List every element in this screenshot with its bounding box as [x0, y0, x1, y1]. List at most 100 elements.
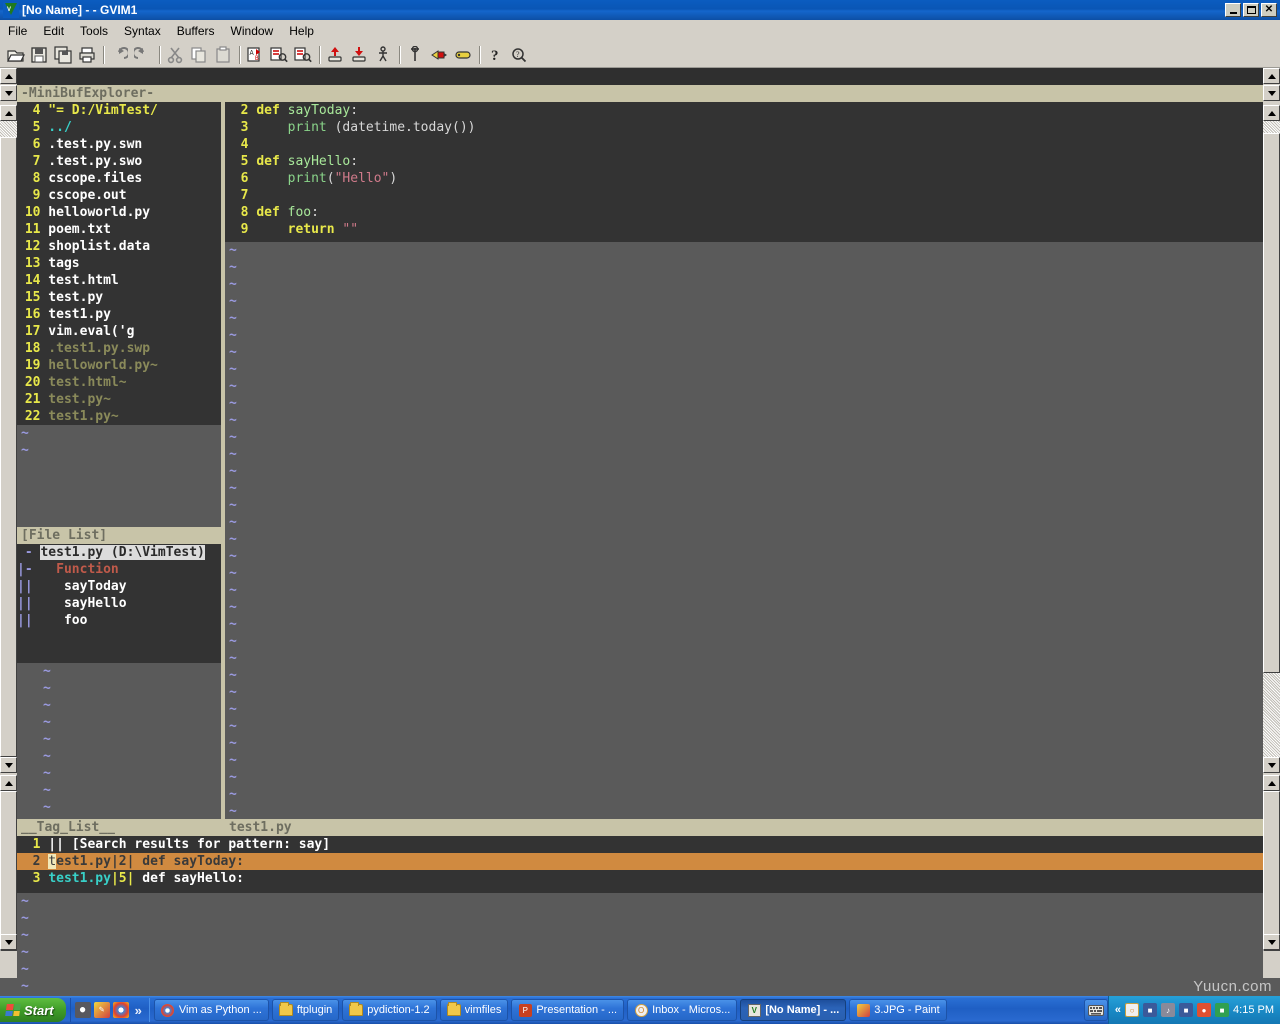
scroll-down-button-quickfix[interactable]: [0, 934, 17, 950]
undo-icon[interactable]: [107, 43, 131, 66]
svg-text:?: ?: [491, 48, 499, 64]
taskbar-clock[interactable]: 4:15 PM: [1233, 1004, 1274, 1016]
find-next-icon[interactable]: [267, 43, 291, 66]
taskbar-task-label: ftplugin: [297, 1004, 332, 1016]
menu-item-buffers[interactable]: Buffers: [169, 22, 223, 40]
shell-icon[interactable]: [427, 43, 451, 66]
vim-icon: V: [747, 1003, 761, 1017]
taglist-pane[interactable]: - test1.py (D:\VimTest) |- Function || s…: [17, 544, 221, 663]
network2-tray-icon[interactable]: ■: [1179, 1003, 1193, 1017]
open-icon[interactable]: [3, 43, 27, 66]
taskbar-task-5[interactable]: PPresentation - ...: [511, 999, 624, 1021]
copy-icon[interactable]: [187, 43, 211, 66]
right-scroll-up-quickfix[interactable]: [1263, 775, 1280, 791]
system-tray: « ○ ■ ♪ ■ ● ■ 4:15 PM: [1108, 996, 1280, 1024]
minibuf-tabline[interactable]: [1:test1.py]*[6:test.py]: [17, 68, 1263, 85]
menu-item-tools[interactable]: Tools: [72, 22, 116, 40]
redo-icon[interactable]: [131, 43, 155, 66]
save-session-icon[interactable]: [347, 43, 371, 66]
network-tray-icon[interactable]: ■: [1143, 1003, 1157, 1017]
editor-statusline: test1.py: [225, 819, 1263, 836]
battery-tray-icon[interactable]: ■: [1215, 1003, 1229, 1017]
scroll-down-button-taglist[interactable]: [0, 757, 17, 773]
left-scrollbar-column: [0, 68, 17, 978]
menu-item-help[interactable]: Help: [281, 22, 322, 40]
taskbar-task-label: Vim as Python ...: [179, 1004, 262, 1016]
minimize-button[interactable]: [1225, 3, 1241, 17]
right-scroll-down-quickfix[interactable]: [1263, 934, 1280, 950]
quickfix-pane[interactable]: 1 || [Search results for pattern: say] 2…: [17, 836, 1263, 893]
quick-launch-chevron-icon[interactable]: »: [132, 1003, 145, 1018]
toolbar: AB ? ?: [0, 42, 1280, 68]
taskbar-task-3[interactable]: pydiction-1.2: [342, 999, 436, 1021]
load-session-icon[interactable]: [323, 43, 347, 66]
scroll-up-button-tabline[interactable]: [0, 68, 17, 84]
quickfix-scrollbar-thumb[interactable]: [0, 791, 17, 951]
keyboard-icon[interactable]: [1084, 999, 1108, 1021]
tray-expand-chevron-icon[interactable]: «: [1115, 1004, 1121, 1016]
taskbar-task-8[interactable]: 3.JPG - Paint: [849, 999, 946, 1021]
editor-scrollbar-track-lower[interactable]: [1263, 673, 1280, 757]
tag-icon[interactable]: [451, 43, 475, 66]
right-scroll-up-tabline[interactable]: [1263, 68, 1280, 84]
run-script-icon[interactable]: [371, 43, 395, 66]
right-scroll-down-editor[interactable]: [1263, 757, 1280, 773]
editor-code-lines[interactable]: 2 def sayToday: 3 print (datetime.today(…: [225, 102, 1263, 238]
explorer-scrollbar-track[interactable]: [0, 121, 17, 137]
window-title: [No Name] - - GVIM1: [22, 3, 1225, 17]
right-scroll-up-editor[interactable]: [1263, 105, 1280, 121]
menu-item-window[interactable]: Window: [223, 22, 282, 40]
start-button-label: Start: [24, 1003, 54, 1018]
taskbar-task-1[interactable]: Vim as Python ...: [154, 999, 269, 1021]
menu-item-edit[interactable]: Edit: [35, 22, 72, 40]
right-quickfix-scrollbar-thumb[interactable]: [1263, 791, 1280, 951]
editor-scrollbar-thumb[interactable]: [1263, 133, 1280, 673]
find-replace-icon[interactable]: AB: [243, 43, 267, 66]
editor-tildes: ~ ~ ~ ~ ~ ~ ~ ~ ~ ~ ~ ~ ~ ~ ~ ~ ~ ~ ~ ~ …: [229, 242, 237, 820]
media-player-icon[interactable]: ●: [75, 1002, 91, 1018]
svg-text:B: B: [255, 55, 259, 62]
chrome-icon[interactable]: [113, 1002, 129, 1018]
taskbar-task-label: Presentation - ...: [536, 1004, 617, 1016]
quickfix-rows[interactable]: 1 || [Search results for pattern: say] 2…: [17, 836, 1263, 887]
taskbar-task-7[interactable]: V[No Name] - ...: [740, 999, 846, 1021]
taglist-lines[interactable]: - test1.py (D:\VimTest) |- Function || s…: [17, 544, 221, 629]
find-prev-icon[interactable]: [291, 43, 315, 66]
taskbar-task-2[interactable]: ftplugin: [272, 999, 339, 1021]
toolbar-separator: [99, 45, 107, 65]
cut-icon[interactable]: [163, 43, 187, 66]
notepad-icon[interactable]: ✎: [94, 1002, 110, 1018]
volume-tray-icon[interactable]: ♪: [1161, 1003, 1175, 1017]
print-icon[interactable]: [75, 43, 99, 66]
close-button[interactable]: ✕: [1261, 3, 1277, 17]
outlook-tray-icon[interactable]: ○: [1125, 1003, 1139, 1017]
menu-item-syntax[interactable]: Syntax: [116, 22, 169, 40]
file-explorer-pane[interactable]: 4 "= D:/VimTest/ 5 ../ 6 .test.py.swn 7 …: [17, 102, 221, 425]
folder-icon: [349, 1003, 363, 1017]
save-all-icon[interactable]: [51, 43, 75, 66]
scroll-down-button-minibuf[interactable]: [0, 85, 17, 101]
start-button[interactable]: Start: [0, 998, 66, 1022]
antivirus-tray-icon[interactable]: ●: [1197, 1003, 1211, 1017]
menu-item-file[interactable]: File: [0, 22, 35, 40]
taskbar-task-4[interactable]: vimfiles: [440, 999, 509, 1021]
window-titlebar: V [No Name] - - GVIM1 ✕: [0, 0, 1280, 20]
explorer-scrollbar-thumb[interactable]: [0, 137, 17, 757]
file-explorer-lines[interactable]: 4 "= D:/VimTest/ 5 ../ 6 .test.py.swn 7 …: [17, 102, 221, 425]
scroll-up-button-explorer[interactable]: [0, 105, 17, 121]
make-icon[interactable]: [403, 43, 427, 66]
editor-pane[interactable]: 2 def sayToday: 3 print (datetime.today(…: [225, 102, 1263, 242]
scroll-up-button-quickfix[interactable]: [0, 775, 17, 791]
maximize-button[interactable]: [1243, 3, 1259, 17]
right-scroll-down-minibuf[interactable]: [1263, 85, 1280, 101]
outlook-icon: O: [634, 1003, 648, 1017]
taskbar-task-6[interactable]: OInbox - Micros...: [627, 999, 737, 1021]
save-icon[interactable]: [27, 43, 51, 66]
find-help-icon[interactable]: ?: [507, 43, 531, 66]
help-icon[interactable]: ?: [483, 43, 507, 66]
paste-icon[interactable]: [211, 43, 235, 66]
file-explorer-tildes: ~ ~: [21, 425, 29, 459]
taskbar-task-label: vimfiles: [465, 1004, 502, 1016]
editor-scrollbar-track-upper[interactable]: [1263, 121, 1280, 133]
windows-taskbar: Start ● ✎ » Vim as Python ... ftplugin pyd…: [0, 996, 1280, 1024]
